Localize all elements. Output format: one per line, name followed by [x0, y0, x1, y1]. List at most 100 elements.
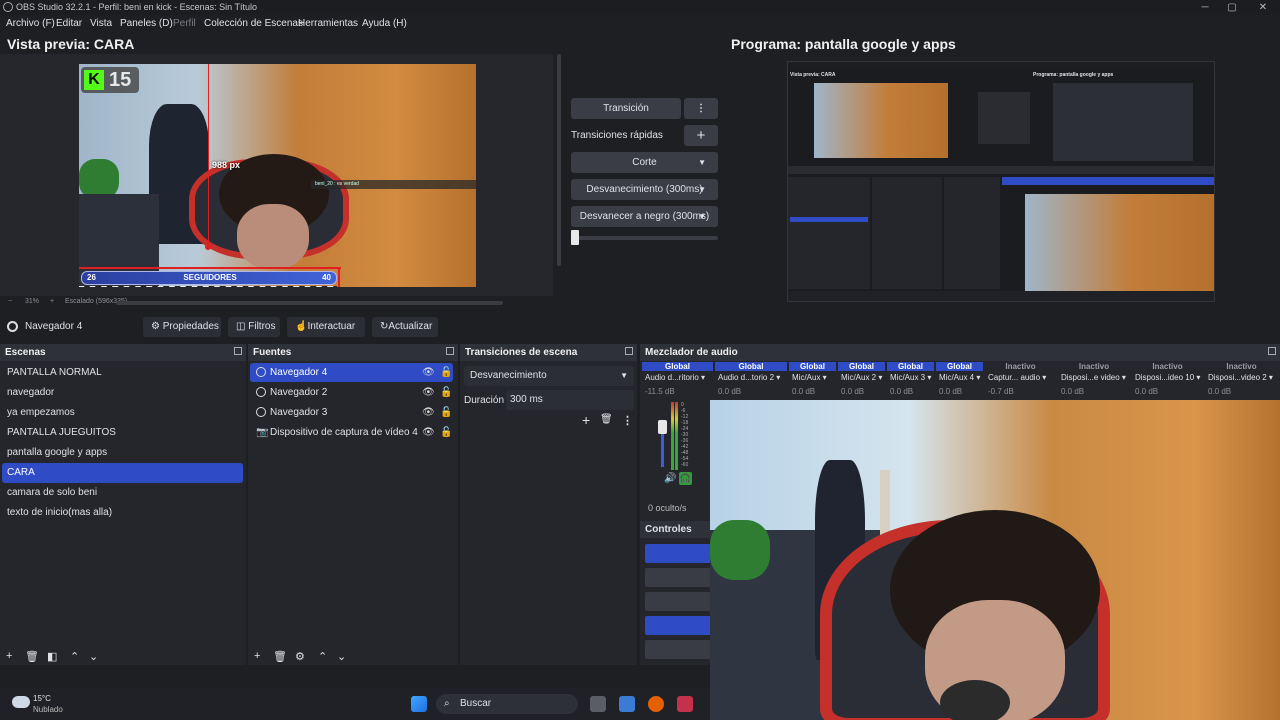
quick-transition-fade-black[interactable]: Desvanecer a negro (300ms) ▼ [571, 206, 718, 227]
settings-button[interactable] [645, 640, 710, 659]
channel-name[interactable]: Disposi...e video ▾ [1058, 373, 1130, 382]
mixer-channel[interactable]: Global Audio d...torio 2 ▾ 0.0 dB [715, 362, 787, 398]
eye-icon[interactable]: 👁 [422, 383, 435, 402]
source-item[interactable]: 📷 Dispositivo de captura de vídeo 4 👁 🔓 [250, 423, 453, 442]
source-item-selected[interactable]: Navegador 4 👁 🔓 [250, 363, 453, 382]
float-dock-icon[interactable] [625, 347, 633, 355]
trash-icon[interactable]: 🗑 [25, 650, 39, 663]
menu-archivo[interactable]: Archivo (F) [6, 16, 55, 32]
lock-icon[interactable]: 🔓 [440, 423, 452, 442]
close-button[interactable]: ✕ [1248, 0, 1278, 15]
mixer-channel[interactable]: Global Audio d...ritorio ▾ -11.5 dB [642, 362, 713, 398]
scene-item-selected[interactable]: CARA [2, 463, 243, 483]
float-dock-icon[interactable] [1268, 347, 1276, 355]
speaker-icon[interactable]: 🔊 [664, 473, 676, 484]
lock-icon[interactable]: 🔓 [440, 383, 452, 402]
menu-herramientas[interactable]: Herramientas [298, 16, 358, 32]
app-icon[interactable] [677, 696, 693, 712]
channel-name[interactable]: Disposi...video 2 ▾ [1205, 373, 1278, 382]
start-recording-button[interactable] [645, 568, 710, 587]
source-item[interactable]: Navegador 2 👁 🔓 [250, 383, 453, 402]
task-view-icon[interactable] [590, 696, 606, 712]
t-bar-track[interactable] [571, 236, 718, 240]
transition-more-button[interactable]: ⋮ [684, 98, 718, 119]
t-bar-handle[interactable] [571, 230, 579, 245]
scene-item[interactable]: navegador [2, 383, 243, 403]
scene-item[interactable]: texto de inicio(mas alla) [2, 503, 243, 523]
mixer-channel[interactable]: Global Mic/Aux 2 ▾ 0.0 dB [838, 362, 885, 398]
add-scene-button[interactable]: + [6, 650, 12, 662]
eye-icon[interactable]: 👁 [422, 423, 435, 442]
move-down-icon[interactable]: ⌄ [89, 650, 98, 663]
float-dock-icon[interactable] [446, 347, 454, 355]
virtual-camera-button[interactable] [645, 592, 710, 611]
mixer-channel[interactable]: Inactivo Disposi...e video ▾ 0.0 dB [1058, 362, 1130, 398]
move-down-icon[interactable]: ⌄ [337, 650, 346, 663]
duration-spinbox[interactable]: 300 ms [506, 390, 634, 410]
channel-name[interactable]: Audio d...torio 2 ▾ [715, 373, 787, 382]
quick-transition-cut[interactable]: Corte ▼ [571, 152, 718, 173]
transition-select[interactable]: Desvanecimiento ▼ [464, 366, 634, 386]
scene-item[interactable]: PANTALLA JUEGUITOS [2, 423, 243, 443]
start-streaming-button[interactable] [645, 544, 710, 563]
menu-ayuda[interactable]: Ayuda (H) [362, 16, 407, 32]
scene-item[interactable]: camara de solo beni [2, 483, 243, 503]
move-up-icon[interactable]: ⌃ [318, 650, 327, 663]
properties-button[interactable]: ⚙ Propiedades [143, 317, 221, 337]
taskbar-search[interactable]: ⌕ Buscar [436, 694, 578, 714]
eye-icon[interactable]: 👁 [422, 403, 435, 422]
mixer-channel[interactable]: Global Mic/Aux ▾ 0.0 dB [789, 362, 836, 398]
selection-handle[interactable] [205, 244, 211, 250]
source-item[interactable]: Navegador 3 👁 🔓 [250, 403, 453, 422]
channel-name[interactable]: Disposi...ideo 10 ▾ [1132, 373, 1203, 382]
mixer-channel[interactable]: Global Mic/Aux 3 ▾ 0.0 dB [887, 362, 934, 398]
channel-name[interactable]: Audio d...ritorio ▾ [642, 373, 713, 382]
menu-editar[interactable]: Editar [56, 16, 82, 32]
menu-paneles[interactable]: Paneles (D) [120, 16, 173, 32]
channel-name[interactable]: Captur... audio ▾ [985, 373, 1056, 382]
mixer-channel[interactable]: Global Mic/Aux 4 ▾ 0.0 dB [936, 362, 983, 398]
mixer-channel[interactable]: Inactivo Disposi...video 2 ▾ 0.0 dB [1205, 362, 1278, 398]
scene-filters-icon[interactable]: ◧ [47, 650, 57, 663]
menu-coleccion-escenas[interactable]: Colección de Escenas [204, 16, 303, 32]
gear-icon[interactable]: ⚙ [295, 650, 305, 663]
channel-name[interactable]: Mic/Aux ▾ [789, 373, 836, 382]
channel-name[interactable]: Mic/Aux 4 ▾ [936, 373, 983, 382]
add-source-button[interactable]: + [254, 650, 260, 662]
volume-slider-handle[interactable] [658, 420, 667, 434]
zoom-out-button[interactable]: − [8, 296, 12, 308]
preview-vertical-scrollbar[interactable] [557, 54, 561, 266]
trash-icon[interactable]: 🗑 [273, 650, 287, 663]
move-up-icon[interactable]: ⌃ [70, 650, 79, 663]
firefox-icon[interactable] [648, 696, 664, 712]
lock-icon[interactable]: 🔓 [440, 363, 452, 382]
maximize-button[interactable]: ▢ [1217, 0, 1247, 15]
zoom-in-button[interactable]: + [50, 296, 54, 308]
menu-perfil[interactable]: Perfil [173, 16, 196, 32]
preview-horizontal-scrollbar[interactable] [116, 301, 503, 305]
float-dock-icon[interactable] [234, 347, 242, 355]
scene-item[interactable]: ya empezamos [2, 403, 243, 423]
trash-icon[interactable]: 🗑 [600, 414, 613, 425]
refresh-button[interactable]: ↻Actualizar [372, 317, 438, 337]
mixer-channel[interactable]: Inactivo Captur... audio ▾ -0.7 dB [985, 362, 1056, 398]
quick-transition-fade[interactable]: Desvanecimiento (300ms) ▼ [571, 179, 718, 200]
eye-icon[interactable]: 👁 [422, 363, 435, 382]
filters-button[interactable]: ◫ Filtros [228, 317, 280, 337]
studio-mode-button[interactable] [645, 616, 710, 635]
menu-vista[interactable]: Vista [90, 16, 112, 32]
interact-button[interactable]: ☝Interactuar [287, 317, 365, 337]
transition-button[interactable]: Transición [571, 98, 681, 119]
add-quick-transition-button[interactable]: + [684, 125, 718, 146]
headphones-icon[interactable]: 🎧 [679, 472, 692, 485]
channel-name[interactable]: Mic/Aux 3 ▾ [887, 373, 934, 382]
minimize-button[interactable]: ─ [1190, 0, 1220, 15]
add-transition-button[interactable]: + [582, 412, 590, 428]
windows-start-icon[interactable] [411, 696, 427, 712]
preview-canvas[interactable]: K 15 988 px beni_20 : es verdad 26 SEGUI… [79, 64, 476, 287]
scene-item[interactable]: pantalla google y apps [2, 443, 243, 463]
store-icon[interactable] [619, 696, 635, 712]
mixer-channel[interactable]: Inactivo Disposi...ideo 10 ▾ 0.0 dB [1132, 362, 1203, 398]
channel-name[interactable]: Mic/Aux 2 ▾ [838, 373, 885, 382]
more-icon[interactable]: ⋮ [622, 414, 633, 427]
